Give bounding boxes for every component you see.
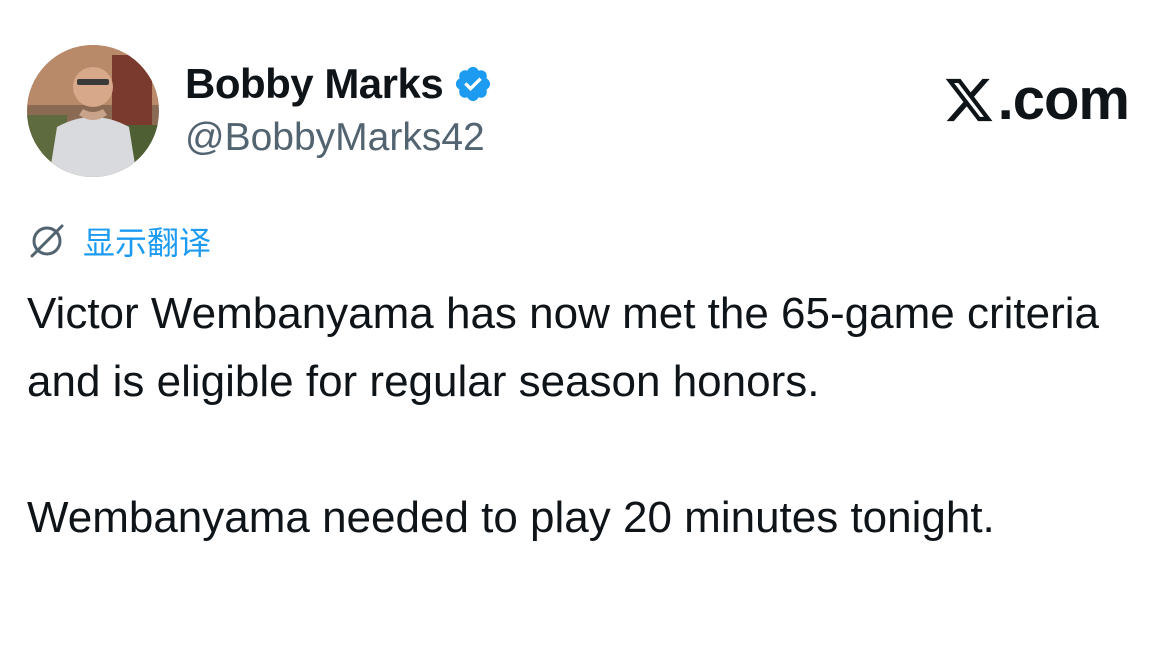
tweet-paragraph: Wembanyama needed to play 20 minutes ton…: [27, 493, 995, 542]
tweet-text: Victor Wembanyama has now met the 65-gam…: [27, 280, 1137, 552]
display-name[interactable]: Bobby Marks: [185, 60, 444, 108]
brand-label: .com: [997, 67, 1130, 132]
avatar[interactable]: [27, 45, 159, 177]
x-logo-icon: [945, 78, 993, 121]
globe-slash-icon: [30, 224, 64, 258]
display-name-row[interactable]: Bobby Marks: [185, 60, 493, 108]
verified-badge-icon: [456, 66, 491, 102]
tweet-paragraph: Victor Wembanyama has now met the 65-gam…: [27, 289, 1099, 406]
show-translation-button[interactable]: 显示翻译: [27, 218, 211, 264]
show-translation-label[interactable]: 显示翻译: [83, 218, 211, 264]
brand-logo: .com: [942, 66, 1130, 133]
handle[interactable]: @BobbyMarks42: [185, 116, 485, 160]
